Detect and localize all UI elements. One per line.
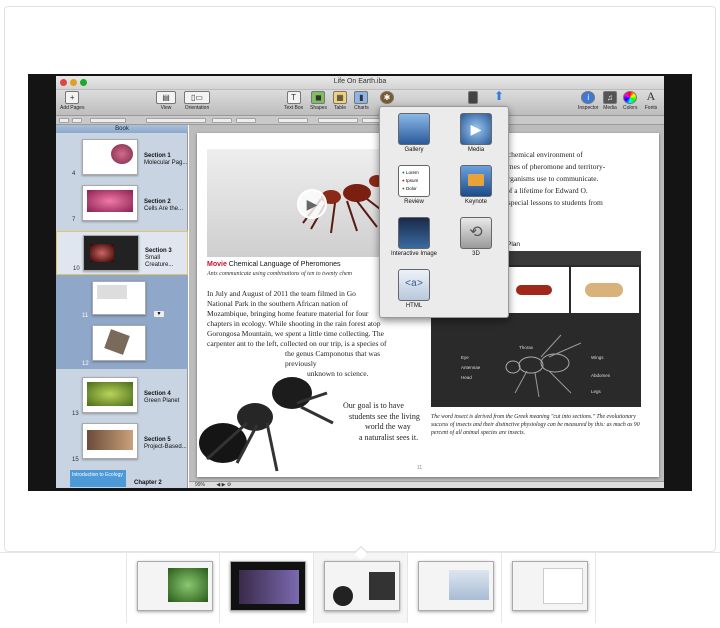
toolbar: + Add Pages ▤ View ▯▭ Orientation T Text Box…	[56, 90, 664, 116]
sidebar-item-section-4[interactable]: 13 Section 4 Green Planet	[56, 375, 188, 421]
arrow-up-icon: ⬆	[493, 89, 505, 103]
red-ant-photo	[502, 267, 569, 313]
status-bar: 99% ◀ ▶ ⚙	[189, 481, 664, 488]
window-title: Life On Earth.iba	[333, 78, 387, 85]
title-bar: Life On Earth.iba	[56, 76, 664, 90]
beetle-photo	[571, 267, 639, 313]
fonts-icon: A	[646, 89, 656, 103]
page-thumbnail	[82, 423, 138, 459]
insect-caption: The word insect is derived from the Gree…	[431, 414, 640, 436]
page-thumbnail	[82, 185, 138, 221]
sidebar-item-section-2[interactable]: 7 Section 2 Cells Are the...	[56, 183, 188, 229]
sidebar-item-section-1[interactable]: 4 Section 1 Molecular Pag...	[56, 137, 188, 183]
interactive-image-icon	[398, 217, 430, 249]
orientation-button[interactable]: ▯▭ Orientation	[184, 91, 210, 111]
size-popup[interactable]	[212, 118, 232, 123]
page-thumbnail-12[interactable]	[92, 325, 146, 361]
page-thumbnail	[83, 235, 139, 271]
html-icon: <a>	[398, 269, 430, 301]
widget-html[interactable]: <a> HTML	[384, 269, 444, 309]
cube-3d-icon: ⟲	[460, 217, 492, 249]
charts-button[interactable]: ▮ Charts	[354, 91, 369, 111]
widget-gallery[interactable]: Gallery	[384, 113, 444, 153]
sidebar-item-chapter-2[interactable]: Introduction to Ecology Chapter 2	[56, 469, 188, 488]
table-icon: ▦	[333, 91, 347, 104]
color-wheel-icon	[623, 91, 638, 104]
screenshot-thumb-1[interactable]	[126, 553, 220, 623]
media-play-icon: ▶	[460, 113, 492, 145]
page-nav-arrows[interactable]: ◀ ▶ ⚙	[216, 482, 231, 488]
colors-button[interactable]: Colors	[623, 91, 637, 111]
ibooks-author-window: Life On Earth.iba + Add Pages ▤ View ▯▭ Ori…	[56, 76, 664, 488]
widget-keynote[interactable]: Keynote	[446, 165, 506, 205]
color-well[interactable]	[236, 118, 256, 123]
review-icon: ● Lorem ● Ipsum ● Dolor	[398, 165, 430, 197]
gallery-icon	[398, 113, 430, 145]
sidebar-item-section-3[interactable]: 10 Section 3 Small Creature...	[56, 231, 188, 275]
view-button[interactable]: ▤ View	[156, 91, 176, 111]
alignment-buttons[interactable]	[318, 118, 358, 123]
table-button[interactable]: ▦ Table	[333, 91, 347, 111]
media-button[interactable]: ♫ Media	[603, 91, 617, 111]
right-column-text[interactable]: , the chemical environment of e plumes o…	[493, 149, 653, 209]
page-thumbnail	[82, 139, 138, 175]
keynote-icon	[460, 165, 492, 197]
screenshot-thumb-4[interactable]	[408, 553, 502, 623]
view-icon: ▤	[156, 91, 176, 104]
movie-widget[interactable]: ▶	[207, 149, 402, 257]
format-control[interactable]	[59, 118, 69, 123]
widget-media[interactable]: ▶ Media	[446, 113, 506, 153]
anatomy-drawing	[505, 334, 582, 398]
sidebar-header: Book	[56, 125, 188, 133]
widgets-popover: Gallery ▶ Media ● Lorem ● Ipsum ● Dolor …	[379, 106, 509, 318]
text-box-icon: T	[286, 91, 301, 104]
add-pages-button[interactable]: + Add Pages	[60, 91, 84, 111]
widgets-button[interactable]: ✱	[380, 91, 394, 104]
thumbnail-strip	[0, 545, 720, 628]
widgets-icon: ✱	[380, 91, 394, 104]
charts-icon: ▮	[354, 91, 369, 104]
fonts-button[interactable]: A Fonts	[644, 89, 658, 111]
style-popup[interactable]	[90, 118, 126, 123]
movie-label: Movie	[207, 261, 227, 268]
play-icon[interactable]: ▶	[297, 189, 327, 219]
inspector-button[interactable]: i Inspector	[578, 91, 599, 111]
bold-italic-buttons[interactable]	[278, 118, 308, 123]
sidebar-item-section-5[interactable]: 15 Section 5 Project-Based...	[56, 421, 188, 467]
sidebar-selected-pages[interactable]: 11 ▼ 12	[56, 275, 188, 369]
chevron-down-icon[interactable]: ▼	[154, 311, 164, 317]
widget-review[interactable]: ● Lorem ● Ipsum ● Dolor Review	[384, 165, 444, 205]
chapter-thumbnail: Introduction to Ecology	[70, 470, 126, 487]
format-control[interactable]	[72, 118, 82, 123]
widget-interactive-image[interactable]: Interactive Image	[384, 217, 444, 257]
font-popup[interactable]	[146, 118, 206, 123]
device-icon	[468, 91, 478, 104]
page-number: 11	[417, 465, 423, 471]
publish-button[interactable]: ⬆	[492, 89, 506, 104]
orientation-icon: ▯▭	[184, 91, 210, 104]
media-icon: ♫	[603, 91, 617, 104]
format-bar	[56, 116, 664, 125]
shapes-button[interactable]: ◼ Shapes	[310, 91, 327, 111]
page-thumbnail	[82, 377, 138, 413]
preview-button[interactable]	[468, 91, 478, 104]
shapes-icon: ◼	[311, 91, 326, 104]
zoom-level[interactable]: 99%	[195, 482, 205, 488]
ant-specimen-photo	[199, 377, 334, 472]
screenshot-thumb-2[interactable]	[220, 553, 314, 623]
info-icon: i	[581, 91, 596, 104]
page-thumbnail-11[interactable]	[92, 281, 146, 315]
screenshot-thumb-5[interactable]	[502, 553, 596, 623]
screenshot-thumb-3-selected[interactable]	[314, 545, 408, 623]
movie-caption: Ants communicate using combinations of t…	[207, 271, 352, 277]
text-box-button[interactable]: T Text Box	[284, 91, 303, 111]
movie-title: Chemical Language of Pheromones	[228, 261, 341, 268]
book-sidebar: Book 4 Section 1 Molecular Pag... 7 Secti…	[56, 125, 188, 488]
plus-icon: +	[65, 91, 80, 104]
widget-3d[interactable]: ⟲ 3D	[446, 217, 506, 257]
